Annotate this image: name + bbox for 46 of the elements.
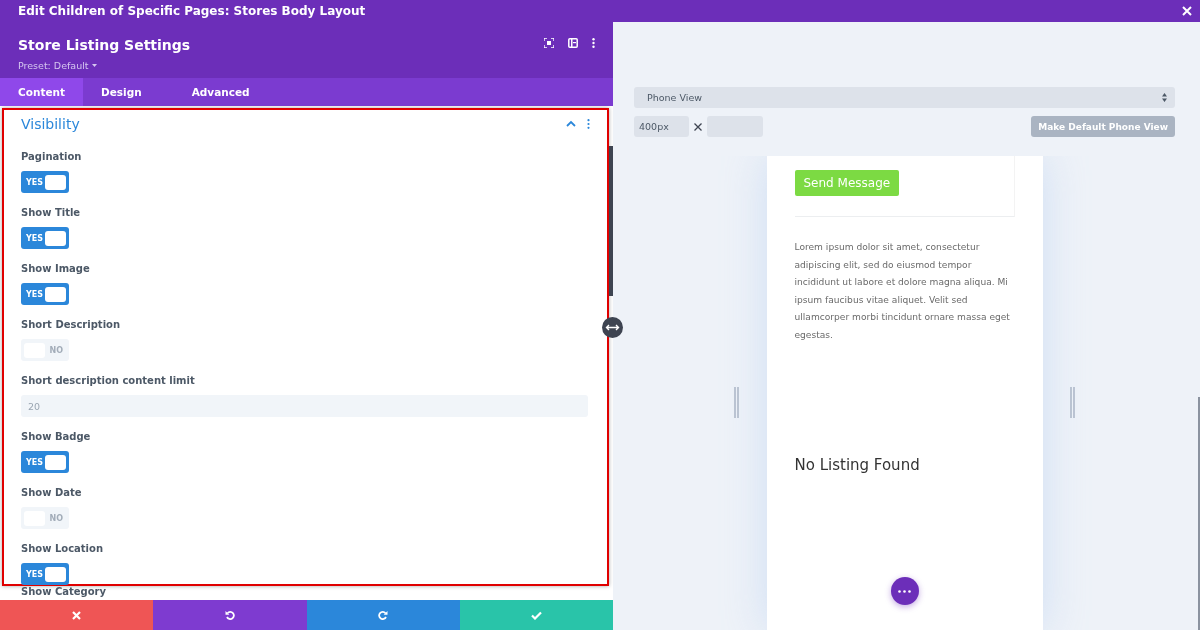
toggle-switch[interactable]: NO: [21, 339, 69, 361]
resize-handle-icon[interactable]: [1070, 387, 1075, 418]
tab[interactable]: Advanced: [173, 78, 268, 106]
view-select[interactable]: Phone View: [634, 87, 1175, 108]
toggle-switch[interactable]: YES: [21, 171, 69, 193]
tab[interactable]: Design: [83, 78, 160, 106]
setting-label: Show Category: [21, 586, 107, 599]
more-icon[interactable]: [587, 119, 590, 129]
toggle-switch[interactable]: NO: [21, 507, 69, 529]
redo-icon: [378, 611, 388, 620]
resize-handle-icon[interactable]: [734, 387, 739, 418]
more-button[interactable]: [890, 577, 919, 605]
focus-icon[interactable]: [544, 38, 554, 48]
setting-label: Show Image: [21, 263, 90, 276]
section-title[interactable]: Visibility: [21, 116, 566, 132]
panel-resize-icon[interactable]: [602, 317, 623, 338]
more-icon: [898, 589, 911, 593]
times-icon: [694, 122, 702, 131]
more-icon[interactable]: [592, 38, 595, 48]
toggle-switch[interactable]: YES: [21, 283, 69, 305]
setting-label: Show Date: [21, 487, 82, 500]
preset-dropdown[interactable]: Preset: Default: [18, 60, 544, 71]
close-icon[interactable]: [1182, 6, 1192, 16]
sort-arrows-icon: [1162, 93, 1167, 102]
undo-icon: [225, 611, 235, 620]
close-icon: [72, 610, 82, 620]
setting-label: Short description content limit: [21, 375, 195, 388]
toggle-switch[interactable]: YES: [21, 563, 69, 585]
width-field[interactable]: 400px: [634, 116, 689, 137]
body-paragraph: Lorem ipsum dolor sit amet, consectetur adipiscing elit, sed do eiusmod tempor incididunt ut labore et dolore magna aliqua. Mi ipsum faucibus vitae aliquet. Velit sed ullamcorper morbi tincidunt ornare massa eget egestas.: [794, 241, 1011, 342]
caret-icon: [91, 63, 97, 68]
empty-message: No Listing Found: [794, 456, 921, 474]
tab[interactable]: Content: [0, 78, 84, 106]
toggle-switch[interactable]: YES: [21, 227, 69, 249]
setting-label: Show Badge: [21, 431, 91, 444]
sidebar-layout-icon[interactable]: [568, 38, 578, 48]
window-title: Edit Children of Specific Pages: Stores Body Layout: [18, 4, 367, 18]
caret-icon[interactable]: [566, 120, 576, 128]
number-field[interactable]: 20: [21, 395, 588, 417]
toggle-switch[interactable]: YES: [21, 451, 69, 473]
check-icon: [531, 611, 542, 620]
setting-label: Short Description: [21, 319, 121, 332]
panel-title: Store Listing Settings: [18, 37, 191, 53]
setting-label: Show Title: [21, 207, 81, 220]
setting-label: Show Location: [21, 543, 104, 556]
setting-label: Pagination: [21, 151, 82, 164]
